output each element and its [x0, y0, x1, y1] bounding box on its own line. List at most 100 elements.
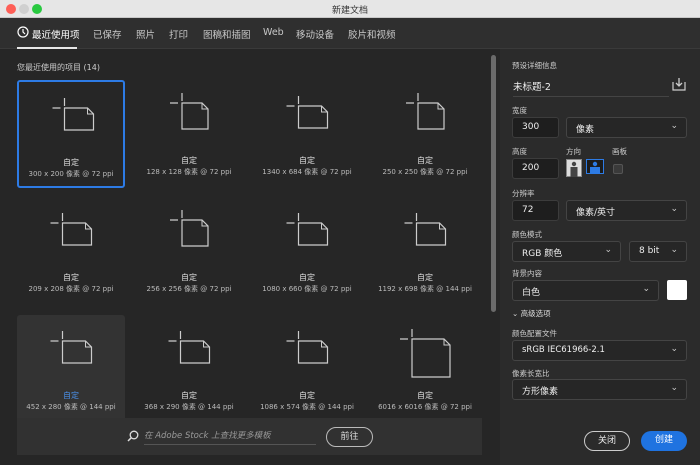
save-preset-icon[interactable] — [672, 77, 686, 91]
recent-item[interactable]: 自定 209 x 208 像素 @ 72 ppi — [17, 197, 125, 305]
recent-item-dimensions: 368 x 290 像素 @ 144 ppi — [135, 402, 243, 412]
color-mode-label: 颜色模式 — [512, 229, 542, 240]
recent-item[interactable]: 自定 452 x 280 像素 @ 144 ppi — [17, 315, 125, 423]
tab-saved[interactable]: 已保存 — [93, 27, 122, 41]
recent-item-name: 自定 — [371, 390, 479, 401]
tab-web[interactable]: Web — [263, 27, 284, 38]
recent-item-name: 自定 — [135, 272, 243, 283]
recent-item-dimensions: 1192 x 698 像素 @ 144 ppi — [371, 284, 479, 294]
chevron-down-icon: ⌄ — [670, 245, 678, 255]
tab-film-video[interactable]: 胶片和视频 — [348, 27, 396, 41]
recent-item[interactable]: 自定 1192 x 698 像素 @ 144 ppi — [371, 197, 479, 305]
document-icon — [17, 315, 125, 390]
chevron-down-icon: ⌄ — [512, 309, 521, 318]
orientation-label: 方向 — [566, 146, 581, 157]
portrait-orientation-button[interactable] — [566, 159, 582, 177]
height-input[interactable]: 200 — [512, 158, 559, 179]
document-icon — [17, 197, 125, 272]
recent-item-dimensions: 128 x 128 像素 @ 72 ppi — [135, 167, 243, 177]
color-mode-select[interactable]: RGB 颜色 ⌄ — [512, 241, 621, 262]
recent-item-dimensions: 209 x 208 像素 @ 72 ppi — [17, 284, 125, 294]
document-icon — [253, 197, 361, 272]
width-input[interactable]: 300 — [512, 117, 559, 138]
landscape-orientation-button[interactable] — [586, 159, 604, 174]
tab-print[interactable]: 打印 — [169, 27, 188, 41]
recent-item[interactable]: 自定 250 x 250 像素 @ 72 ppi — [371, 80, 479, 188]
resolution-unit-value: 像素/英寸 — [576, 208, 615, 218]
recent-item[interactable]: 自定 1080 x 660 像素 @ 72 ppi — [253, 197, 361, 305]
recent-item[interactable]: 自定 1340 x 684 像素 @ 72 ppi — [253, 80, 361, 188]
width-unit-value: 像素 — [576, 125, 594, 135]
recent-item[interactable]: 自定 256 x 256 像素 @ 72 ppi — [135, 197, 243, 305]
preset-heading: 预设详细信息 — [512, 60, 557, 71]
recent-item[interactable]: 自定 300 x 200 像素 @ 72 ppi — [17, 80, 125, 188]
category-tabs: 最近使用项 已保存 照片 打印 图稿和插图 Web 移动设备 胶片和视频 — [0, 18, 700, 49]
resolution-input[interactable]: 72 — [512, 200, 559, 221]
chevron-down-icon: ⌄ — [670, 204, 678, 214]
scrollbar[interactable] — [491, 55, 496, 312]
recent-item-name: 自定 — [371, 155, 479, 166]
pixel-aspect-label: 像素长宽比 — [512, 368, 550, 379]
document-icon — [135, 80, 243, 155]
recent-heading: 您最近使用的项目 (14) — [17, 62, 100, 73]
recent-item-dimensions: 250 x 250 像素 @ 72 ppi — [371, 167, 479, 177]
recent-item-name: 自定 — [253, 272, 361, 283]
active-tab-indicator — [17, 47, 77, 49]
recent-item-dimensions: 6016 x 6016 像素 @ 72 ppi — [371, 402, 479, 412]
document-icon — [253, 315, 361, 390]
recent-item-dimensions: 452 x 280 像素 @ 144 ppi — [17, 402, 125, 412]
background-select[interactable]: 白色 ⌄ — [512, 280, 659, 301]
artboard-label: 画板 — [612, 146, 627, 157]
document-icon — [371, 80, 479, 155]
window-title: 新建文档 — [0, 3, 700, 16]
advanced-options-label: 高级选项 — [521, 309, 551, 318]
advanced-options-toggle[interactable]: ⌄ 高级选项 — [512, 308, 551, 319]
tab-recent[interactable]: 最近使用项 — [32, 27, 80, 41]
pixel-aspect-select[interactable]: 方形像素⌄ — [512, 379, 687, 400]
document-icon — [371, 315, 479, 390]
pixel-aspect-value: 方形像素 — [522, 387, 558, 397]
recent-item-name: 自定 — [253, 155, 361, 166]
width-unit-select[interactable]: 像素⌄ — [566, 117, 687, 138]
recent-item-dimensions: 1340 x 684 像素 @ 72 ppi — [253, 167, 361, 177]
recent-item-name: 自定 — [17, 390, 125, 401]
bit-depth-select[interactable]: 8 bit ⌄ — [629, 241, 687, 262]
recent-item-dimensions: 300 x 200 像素 @ 72 ppi — [19, 169, 123, 179]
recent-item-dimensions: 1086 x 574 像素 @ 144 ppi — [253, 402, 361, 412]
recent-item-name: 自定 — [19, 157, 123, 168]
create-button[interactable]: 创建 — [641, 431, 687, 451]
stock-search-input[interactable]: 在 Adobe Stock 上查找更多模板 — [144, 429, 316, 445]
go-button[interactable]: 前往 — [326, 427, 373, 447]
color-mode-value: RGB 颜色 — [522, 249, 562, 259]
color-profile-label: 颜色配置文件 — [512, 328, 557, 339]
artboard-checkbox[interactable] — [613, 164, 623, 174]
recent-item-name: 自定 — [371, 272, 479, 283]
document-name-input[interactable]: 未标题-2 — [513, 79, 669, 97]
tab-art-illustration[interactable]: 图稿和插图 — [203, 27, 251, 41]
document-icon — [371, 197, 479, 272]
recent-item[interactable]: 自定 6016 x 6016 像素 @ 72 ppi — [371, 315, 479, 423]
background-label: 背景内容 — [512, 268, 542, 279]
document-icon — [135, 197, 243, 272]
recent-item[interactable]: 自定 128 x 128 像素 @ 72 ppi — [135, 80, 243, 188]
recent-item-name: 自定 — [135, 390, 243, 401]
background-color-swatch[interactable] — [667, 280, 687, 300]
recent-item-name: 自定 — [17, 272, 125, 283]
recent-item-name: 自定 — [253, 390, 361, 401]
bit-depth-value: 8 bit — [639, 246, 659, 256]
chevron-down-icon: ⌄ — [642, 284, 650, 294]
color-profile-select[interactable]: sRGB IEC61966-2.1 ⌄ — [512, 340, 687, 361]
chevron-down-icon: ⌄ — [670, 344, 678, 354]
tab-mobile[interactable]: 移动设备 — [296, 27, 334, 41]
chevron-down-icon: ⌄ — [604, 245, 612, 255]
background-value: 白色 — [522, 288, 540, 298]
tab-photo[interactable]: 照片 — [136, 27, 155, 41]
resolution-unit-select[interactable]: 像素/英寸 ⌄ — [566, 200, 687, 221]
document-icon — [19, 82, 127, 157]
recent-item[interactable]: 自定 1086 x 574 像素 @ 144 ppi — [253, 315, 361, 423]
recent-item[interactable]: 自定 368 x 290 像素 @ 144 ppi — [135, 315, 243, 423]
color-profile-value: sRGB IEC61966-2.1 — [522, 345, 605, 355]
recent-item-dimensions: 256 x 256 像素 @ 72 ppi — [135, 284, 243, 294]
document-icon — [135, 315, 243, 390]
close-button[interactable]: 关闭 — [584, 431, 630, 451]
